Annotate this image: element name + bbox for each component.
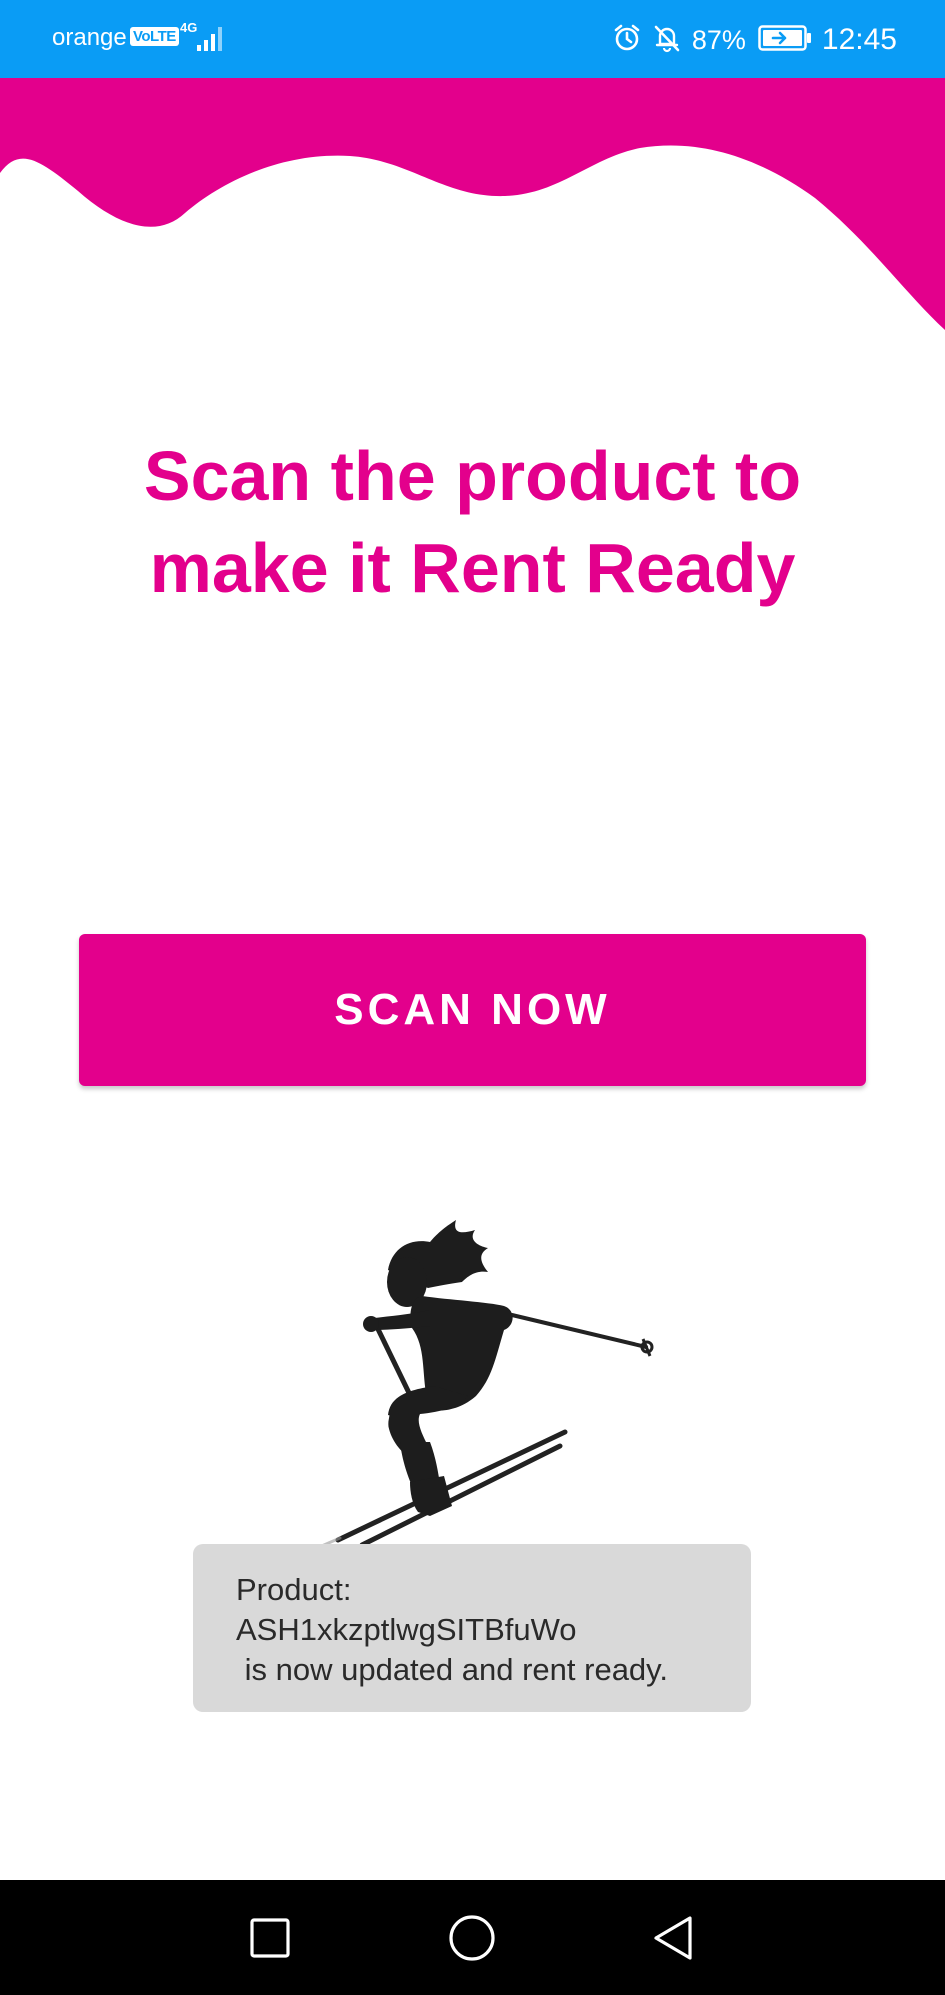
home-circle-icon[interactable] [442, 1908, 502, 1968]
battery-charging-icon [758, 24, 812, 56]
toast-line-3: is now updated and rent ready. [236, 1652, 668, 1687]
toast-line-1: Product: [236, 1572, 352, 1607]
recents-square-icon[interactable] [240, 1908, 300, 1968]
status-right-group: 87% 12:45 [612, 20, 897, 60]
carrier-label: orange [52, 24, 127, 51]
page-title-line-2: make it Rent Ready [149, 529, 796, 607]
volte-badge: VoLTE [130, 27, 179, 46]
page-title-line-1: Scan the product to [143, 437, 802, 515]
clock: 12:45 [821, 23, 897, 56]
bell-off-icon [652, 23, 682, 58]
alarm-icon [612, 23, 642, 58]
toast-message: Product: ASH1xkzptlwgSITBfuWo is now upd… [193, 1544, 751, 1712]
status-bar: orange VoLTE 4G 87% 12:45 [0, 0, 945, 78]
toast-product-id: ASH1xkzptlwgSITBfuWo [236, 1612, 577, 1647]
header-wave [0, 78, 945, 330]
signal-icon [195, 25, 225, 58]
skier-illustration [283, 1220, 654, 1564]
scan-now-button[interactable]: SCAN NOW [79, 934, 866, 1086]
battery-percent: 87% [691, 24, 746, 55]
back-triangle-icon[interactable] [644, 1908, 704, 1968]
navigation-bar [0, 1880, 945, 1995]
page-title: Scan the product to make it Rent Ready [0, 430, 945, 614]
